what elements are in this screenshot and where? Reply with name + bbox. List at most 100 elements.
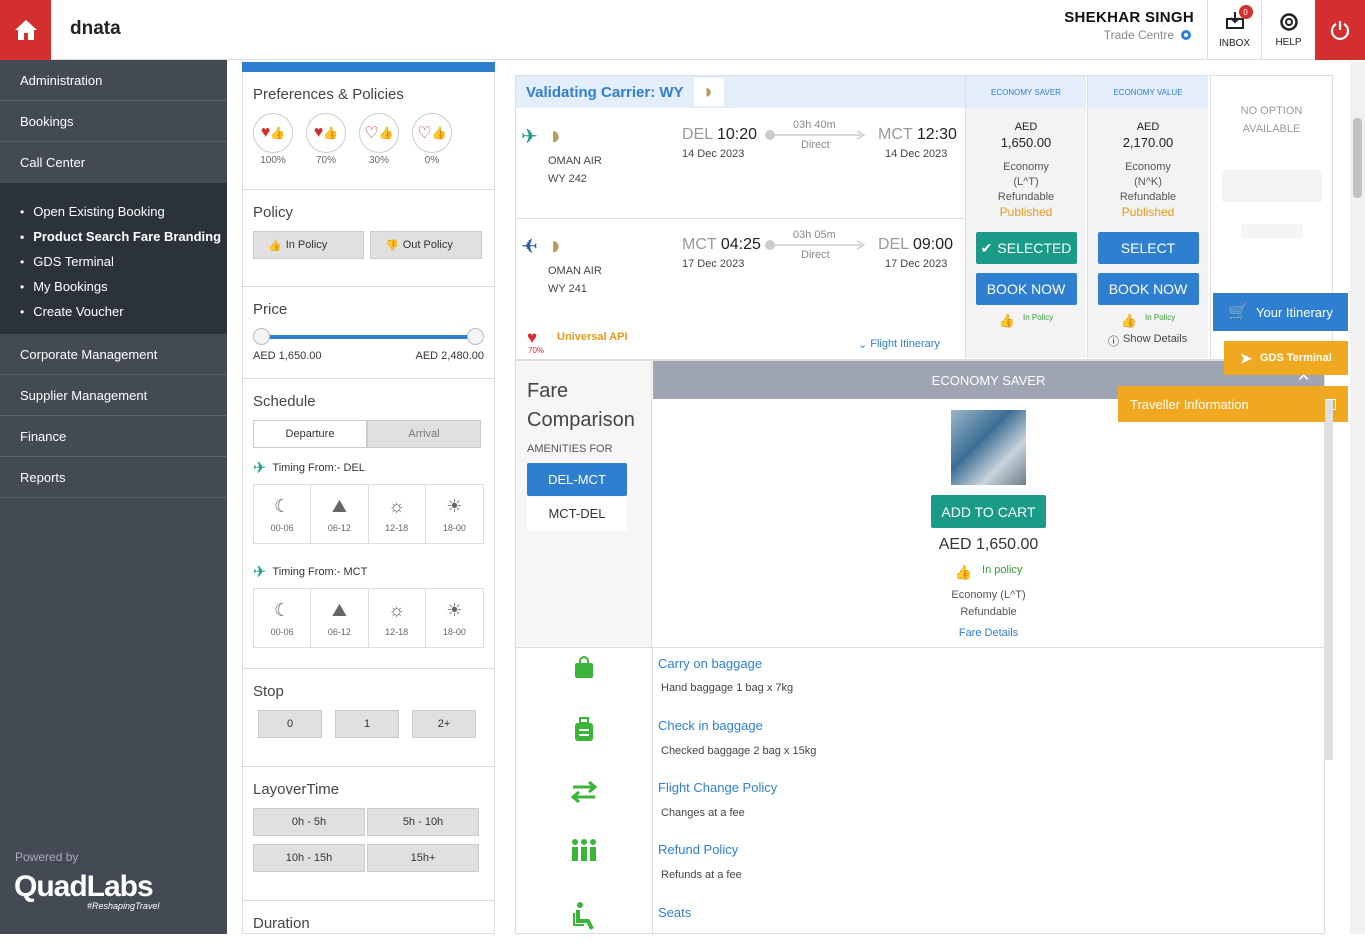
heart-filter-70[interactable]: ♥ 👍 70% [306, 113, 346, 166]
timing-from-del: Timing From:- DEL [272, 462, 365, 474]
return-time-grid: ☾ 00-06 ⛰ 06-12 ☼ 12-18 ☀ 18-00 [253, 588, 484, 648]
compare-policy: In policy [982, 564, 1023, 576]
price-min-handle[interactable] [253, 328, 270, 345]
logout-button[interactable] [1315, 0, 1365, 60]
submenu-open-existing-booking[interactable]: Open Existing Booking [20, 199, 227, 224]
book-now-button[interactable]: BOOK NOW [975, 273, 1077, 305]
time-slot-night[interactable]: ☾ 00-06 [254, 485, 312, 543]
to-time: 12:30 [916, 126, 957, 143]
quadlabs-logo: QuadLabs [14, 870, 154, 903]
fare-currency: AED [1014, 121, 1038, 133]
in-policy-button[interactable]: 👍 In Policy [253, 231, 364, 259]
sidebar-item-administration[interactable]: Administration [0, 60, 227, 101]
show-details-link[interactable]: ⓘ Show Details [1108, 333, 1187, 349]
stop-0-button[interactable]: 0 [258, 710, 322, 738]
amenity-title: Check in baggage [658, 718, 763, 733]
help-button[interactable]: HELP [1261, 0, 1315, 60]
fare-name: ECONOMY SAVER [966, 76, 1086, 108]
heart-label: 70% [315, 155, 336, 166]
add-to-cart-button[interactable]: ADD TO CART [931, 495, 1046, 528]
out-policy-button[interactable]: 👎 Out Policy [370, 231, 482, 259]
flight-number: WY 241 [548, 283, 587, 295]
heart-filter-30[interactable]: ♡ 👍 30% [359, 113, 399, 166]
heart-thumb-icon: ♥ 👍 [306, 113, 346, 153]
submenu-create-voucher[interactable]: Create Voucher [20, 299, 227, 324]
paper-plane-icon: ➤ [1240, 349, 1252, 366]
traveller-information-label: Traveller Information [1130, 396, 1249, 412]
stop-1-button[interactable]: 1 [335, 710, 399, 738]
compare-title: Fare Comparison [527, 377, 635, 435]
sidebar-item-supplier[interactable]: Supplier Management [0, 375, 227, 416]
sun-icon: ☼ [388, 495, 405, 516]
compare-scrollbar[interactable] [1325, 400, 1333, 760]
to-code: MCT [878, 126, 913, 143]
lifebuoy-icon [1279, 12, 1298, 31]
sun-icon: ☼ [388, 599, 405, 620]
layover-title: LayoverTime [253, 781, 340, 798]
from-date: 14 Dec 2023 [682, 148, 745, 160]
flight-itinerary-link[interactable]: ⌄ Flight Itinerary [858, 338, 940, 351]
fare-class: (L^T) [1013, 176, 1039, 188]
sidebar-item-call-center[interactable]: Call Center [0, 142, 227, 183]
flight-number: WY 242 [548, 173, 587, 185]
sidebar-item-finance[interactable]: Finance [0, 416, 227, 457]
compare-class: Economy (L^T) [951, 589, 1026, 601]
layover-5-10-button[interactable]: 5h - 10h [367, 808, 479, 836]
gds-terminal-button[interactable]: ➤ GDS Terminal [1224, 341, 1348, 375]
submenu-my-bookings[interactable]: My Bookings [20, 274, 227, 299]
time-slot-morning[interactable]: ⛰ 06-12 [311, 485, 369, 543]
scrollbar-thumb[interactable] [1353, 118, 1362, 198]
home-button[interactable] [0, 0, 51, 60]
submenu-product-search[interactable]: Product Search Fare Branding [20, 224, 227, 249]
from-date: 17 Dec 2023 [682, 258, 745, 270]
price-slider[interactable] [253, 328, 484, 346]
your-itinerary-button[interactable]: 🛒 Your Itinerary [1213, 293, 1348, 331]
departure-tab[interactable]: Departure [253, 420, 367, 448]
gear-icon[interactable] [1179, 28, 1193, 42]
thumbs-up-icon: 👍 [954, 564, 973, 580]
flight-stops: Direct [801, 139, 830, 151]
preference-percent: 70% [528, 346, 545, 355]
heart-filter-100[interactable]: ♥ 👍 100% [253, 113, 293, 166]
time-slot-night[interactable]: ☾ 00-06 [254, 589, 312, 647]
inbox-badge: 0 [1238, 5, 1253, 19]
time-slot-evening[interactable]: ☀ 18-00 [426, 589, 483, 647]
fare-amount: 2,170.00 [1122, 135, 1174, 150]
plane-icon: ✈ [253, 460, 267, 477]
time-slot-morning[interactable]: ⛰ 06-12 [311, 589, 369, 647]
user-name[interactable]: SHEKHAR SINGH [1064, 9, 1194, 26]
time-slot-evening[interactable]: ☀ 18-00 [426, 485, 483, 543]
return-plane-icon: ✈ [521, 236, 538, 258]
page-scrollbar[interactable] [1350, 62, 1365, 934]
book-now-button[interactable]: BOOK NOW [1097, 273, 1199, 305]
airline-name: OMAN AIR [548, 265, 602, 277]
fare-details-link[interactable]: Fare Details [653, 627, 1324, 639]
submenu-gds-terminal[interactable]: GDS Terminal [20, 249, 227, 274]
layover-15plus-button[interactable]: 15h+ [367, 844, 479, 872]
user-office[interactable]: Trade Centre [1104, 28, 1193, 42]
arrival-tab[interactable]: Arrival [367, 420, 481, 448]
from-time: 04:25 [720, 236, 761, 253]
amenity-value: Refunds at a fee [661, 869, 742, 881]
traveller-information-button[interactable]: Traveller Information+ [1118, 386, 1348, 422]
powered-by: Powered by [15, 850, 79, 864]
sidebar-item-corporate[interactable]: Corporate Management [0, 334, 227, 375]
sidebar: Administration Bookings Call Center Open… [0, 60, 227, 934]
time-slot-afternoon[interactable]: ☼ 12-18 [369, 589, 426, 647]
layover-10-15-button[interactable]: 10h - 15h [253, 844, 365, 872]
route-tab-mct-del[interactable]: MCT-DEL [527, 497, 627, 530]
stop-2plus-button[interactable]: 2+ [412, 710, 476, 738]
compare-refund: Refundable [960, 606, 1017, 618]
sidebar-item-bookings[interactable]: Bookings [0, 101, 227, 142]
time-slot-afternoon[interactable]: ☼ 12-18 [369, 485, 426, 543]
selected-button[interactable]: ✔ SELECTED [975, 232, 1077, 264]
layover-0-5-button[interactable]: 0h - 5h [253, 808, 365, 836]
amenity-value: Hand baggage 1 bag x 7kg [661, 682, 794, 694]
amenity-title: Flight Change Policy [658, 780, 778, 795]
price-max-handle[interactable] [467, 328, 484, 345]
heart-filter-0[interactable]: ♡ 👍 0% [412, 113, 452, 166]
route-tab-del-mct[interactable]: DEL-MCT [527, 463, 627, 496]
sidebar-item-reports[interactable]: Reports [0, 457, 227, 498]
select-button[interactable]: SELECT [1097, 232, 1199, 264]
inbox-button[interactable]: 0 INBOX [1207, 0, 1261, 60]
